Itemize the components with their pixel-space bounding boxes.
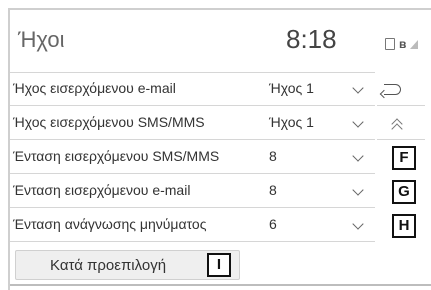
row-sms-sound[interactable]: Ήχος εισερχόμενου SMS/MMS Ήχος 1 [10, 106, 375, 140]
status-icons: ʙ [385, 37, 419, 51]
page-title: Ήχοι [18, 27, 65, 52]
row-label: Ένταση ανάγνωσης μηνύματος [13, 216, 207, 232]
row-value: Ήχος 1 [269, 114, 314, 130]
default-button-label: Κατά προεπιλογή [50, 257, 167, 274]
row-read-volume[interactable]: Ένταση ανάγνωσης μηνύματος 6 [10, 208, 375, 242]
back-icon [384, 84, 401, 95]
chevron-down-icon[interactable] [352, 116, 364, 128]
row-value: 8 [269, 182, 277, 198]
row-value: Ήχος 1 [269, 80, 314, 96]
chevron-down-icon[interactable] [352, 184, 364, 196]
row-value: 8 [269, 148, 277, 164]
chevron-down-icon[interactable] [352, 82, 364, 94]
row-value: 6 [269, 216, 277, 232]
bottom-divider [10, 284, 431, 286]
row-label: Ήχος εισερχόμενου e-mail [13, 80, 176, 96]
scroll-top-button[interactable] [377, 106, 425, 140]
chevron-down-icon[interactable] [352, 150, 364, 162]
row-label: Ένταση εισερχόμενου SMS/MMS [13, 148, 220, 164]
bluetooth-icon: ʙ [399, 37, 407, 51]
row-label: Ήχος εισερχόμενου SMS/MMS [13, 114, 205, 130]
callout-i: I [207, 253, 231, 277]
row-label: Ένταση εισερχόμενου e-mail [13, 182, 191, 198]
callout-g: G [392, 180, 416, 204]
battery-icon [385, 38, 395, 50]
row-email-sound[interactable]: Ήχος εισερχόμενου e-mail Ήχος 1 [10, 72, 375, 106]
callout-f: F [392, 146, 416, 170]
row-email-volume[interactable]: Ένταση εισερχόμενου e-mail 8 [10, 174, 375, 208]
signal-icon [410, 39, 419, 49]
row-sms-volume[interactable]: Ένταση εισερχόμενου SMS/MMS 8 [10, 140, 375, 174]
clock: 8:18 [286, 24, 337, 54]
header: Ήχοι 8:18 ʙ [10, 10, 431, 70]
callout-h: H [392, 214, 416, 238]
back-button[interactable] [377, 72, 425, 106]
chevron-down-icon[interactable] [352, 218, 364, 230]
sounds-screen: Ήχοι 8:18 ʙ Ήχος εισερχόμενου e-mail Ήχο… [8, 8, 431, 290]
